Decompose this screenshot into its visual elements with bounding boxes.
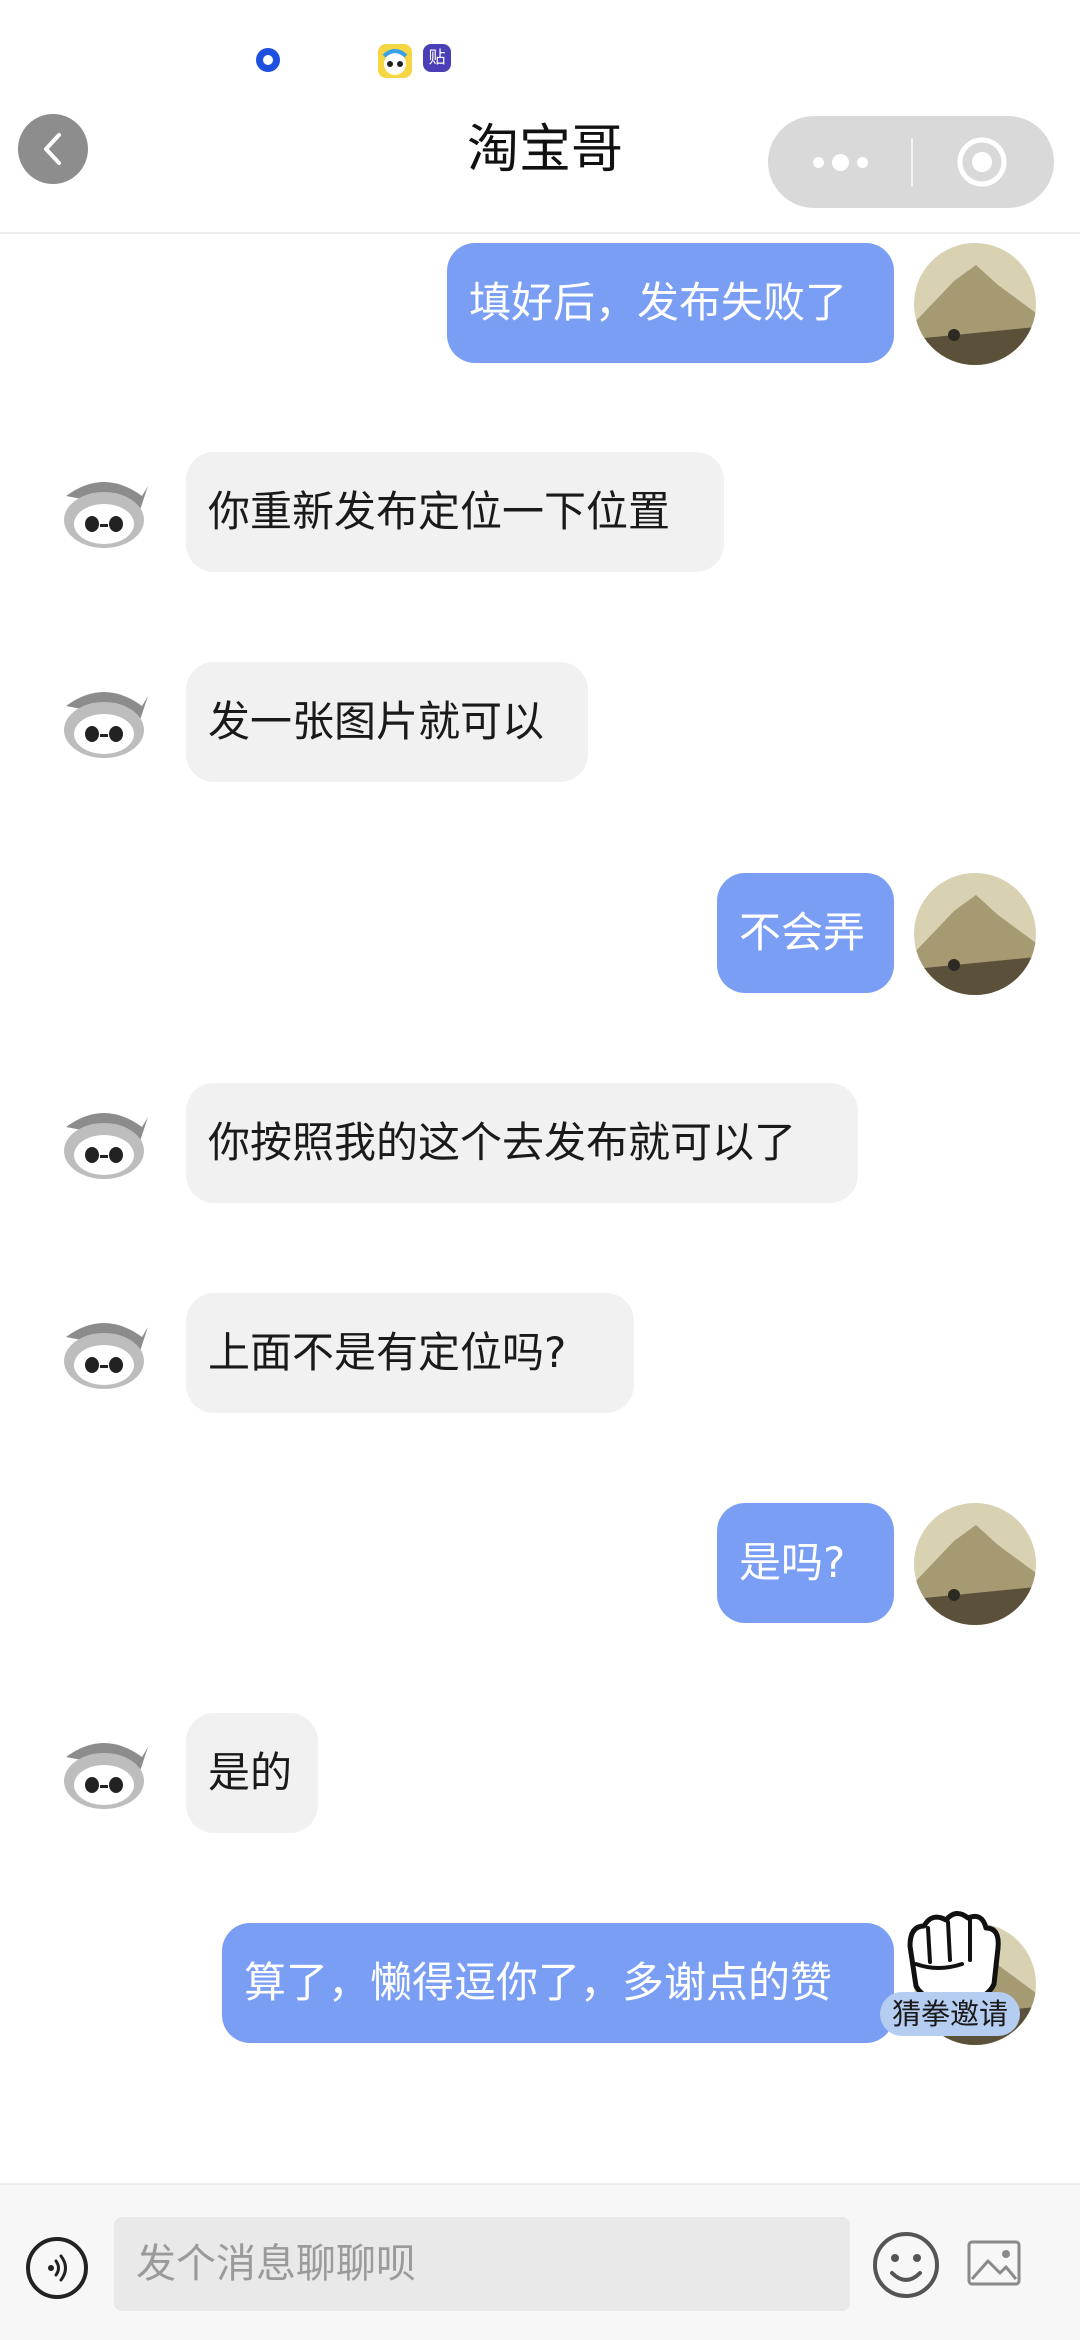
contact-avatar[interactable] xyxy=(58,1735,150,1811)
more-dot-icon xyxy=(812,156,824,168)
voice-icon xyxy=(48,2254,67,2282)
rock-paper-scissors-invite[interactable]: 猜拳邀请 xyxy=(876,1906,1026,2052)
contact-avatar[interactable] xyxy=(58,1105,150,1181)
incoming-message-bubble[interactable]: 上面不是有定位吗? xyxy=(186,1293,634,1413)
panda-app-icon xyxy=(378,44,412,78)
my-avatar[interactable] xyxy=(914,873,1036,995)
message-input[interactable] xyxy=(114,2217,850,2311)
contact-avatar[interactable] xyxy=(58,474,150,550)
image-icon xyxy=(967,2240,1021,2286)
nav-bar: 淘宝哥 xyxy=(0,110,1080,234)
outgoing-message-bubble[interactable]: 是吗? xyxy=(717,1503,894,1623)
incoming-message-bubble[interactable]: 发一张图片就可以 xyxy=(186,662,588,782)
game-invite-label: 猜拳邀请 xyxy=(880,1992,1020,2036)
target-circle-icon xyxy=(957,137,1007,187)
outgoing-message-bubble[interactable]: 不会弄 xyxy=(717,873,894,993)
my-avatar[interactable] xyxy=(914,243,1036,365)
incoming-message-bubble[interactable]: 是的 xyxy=(186,1713,318,1833)
status-bar: 贴 xyxy=(0,0,1080,110)
outgoing-message-bubble[interactable]: 算了，懒得逗你了，多谢点的赞 xyxy=(222,1923,894,2043)
incoming-message-bubble[interactable]: 你按照我的这个去发布就可以了 xyxy=(186,1083,858,1203)
smile-icon xyxy=(873,2232,939,2298)
outgoing-message-bubble[interactable]: 填好后，发布失败了 xyxy=(447,243,894,363)
capsule-divider xyxy=(911,138,913,186)
contact-avatar[interactable] xyxy=(58,684,150,760)
close-button[interactable] xyxy=(954,134,1010,190)
input-bar xyxy=(0,2183,1080,2340)
image-button[interactable] xyxy=(966,2239,1022,2287)
tieba-app-icon: 贴 xyxy=(423,44,451,72)
mini-program-capsule xyxy=(768,116,1054,208)
incoming-message-bubble[interactable]: 你重新发布定位一下位置 xyxy=(186,452,724,572)
notification-dot-icon xyxy=(256,48,280,72)
more-dot-icon xyxy=(856,156,868,168)
chat-screen: 贴 淘宝哥 填好后，发布失败了 你重新发布定位一下位置 发一张图片就可以 不会弄… xyxy=(0,0,1080,2340)
more-dot-icon xyxy=(831,153,849,171)
my-avatar[interactable] xyxy=(914,1503,1036,1625)
contact-avatar[interactable] xyxy=(58,1315,150,1391)
emoji-button[interactable] xyxy=(870,2229,942,2301)
voice-button[interactable] xyxy=(26,2237,88,2299)
fist-icon xyxy=(907,1911,1001,2005)
more-button[interactable] xyxy=(803,132,877,192)
